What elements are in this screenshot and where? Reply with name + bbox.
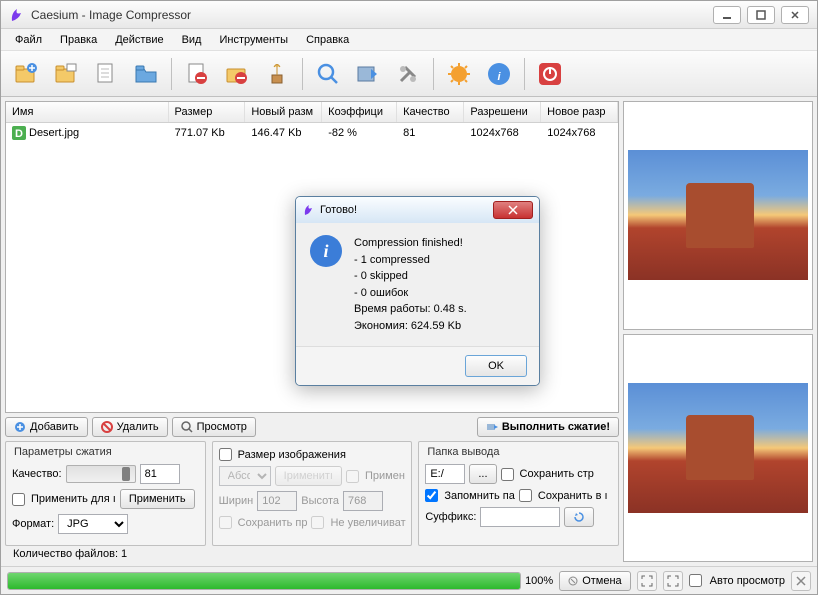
col-name[interactable]: Имя <box>6 102 169 122</box>
zoom-actual-icon[interactable] <box>663 571 683 591</box>
remove-button[interactable]: Удалить <box>92 417 168 437</box>
statusbar: 100% Отмена Авто просмотр <box>1 566 817 594</box>
suffix-input[interactable] <box>480 507 560 527</box>
quality-slider[interactable] <box>66 465 136 483</box>
add-button[interactable]: Добавить <box>5 417 88 437</box>
remove-file-icon[interactable] <box>180 57 214 91</box>
format-select[interactable]: JPG <box>58 514 128 534</box>
open-file-icon[interactable] <box>89 57 123 91</box>
info-icon: i <box>310 235 342 267</box>
files-count: Количество файлов: 1 <box>5 546 619 562</box>
menu-view[interactable]: Вид <box>174 32 210 48</box>
minimize-button[interactable] <box>713 6 741 24</box>
keep-struct-checkbox[interactable] <box>501 468 514 481</box>
clear-icon[interactable] <box>260 57 294 91</box>
svg-text:D: D <box>15 128 23 140</box>
apply-button[interactable]: Применить <box>120 489 195 509</box>
menu-action[interactable]: Действие <box>107 32 171 48</box>
toolbar: i <box>1 51 817 97</box>
power-icon[interactable] <box>533 57 567 91</box>
keep-ratio-checkbox <box>219 516 232 529</box>
remove-folder-icon[interactable] <box>220 57 254 91</box>
remember-checkbox[interactable] <box>425 489 438 502</box>
table-row[interactable]: DDesert.jpg 771.07 Kb 146.47 Kb -82 % 81… <box>6 123 618 143</box>
col-newsize[interactable]: Новый разм <box>245 102 322 122</box>
search-icon[interactable] <box>311 57 345 91</box>
col-ratio[interactable]: Коэффици <box>322 102 397 122</box>
preview-compressed <box>623 334 813 563</box>
apply-for-checkbox[interactable] <box>12 493 25 506</box>
compress-panel: Параметры сжатия Качество: Применить для… <box>5 441 206 546</box>
preview-button[interactable]: Просмотр <box>172 417 256 437</box>
window-title: Caesium - Image Compressor <box>31 8 713 22</box>
col-newres[interactable]: Новое разр <box>541 102 618 122</box>
add-file-icon[interactable] <box>9 57 43 91</box>
suffix-reset-button[interactable] <box>564 507 594 527</box>
resize-checkbox[interactable] <box>219 448 232 461</box>
height-input <box>343 491 383 511</box>
resize-mode-select: Абсолı <box>219 466 271 486</box>
resize-panel: Размер изображения Абсолı Iрименитı Прим… <box>212 441 413 546</box>
progress-bar <box>7 572 521 590</box>
file-icon: D <box>12 126 26 140</box>
width-input <box>257 491 297 511</box>
menu-tools[interactable]: Инструменты <box>211 32 296 48</box>
dialog-ok-button[interactable]: OK <box>465 355 527 377</box>
output-panel: Папка вывода ... Сохранить стр Запомнить… <box>418 441 619 546</box>
compress-icon[interactable] <box>351 57 385 91</box>
maximize-button[interactable] <box>747 6 775 24</box>
col-res[interactable]: Разрешени <box>464 102 541 122</box>
open-folder-icon[interactable] <box>129 57 163 91</box>
dialog-app-icon <box>302 203 316 217</box>
cancel-button[interactable]: Отмена <box>559 571 630 591</box>
col-size[interactable]: Размер <box>169 102 246 122</box>
dialog-title: Готово! <box>320 204 493 216</box>
autopreview-checkbox[interactable] <box>689 574 702 587</box>
dialog-close-button[interactable] <box>493 201 533 219</box>
app-icon <box>9 7 25 23</box>
tools-icon[interactable] <box>391 57 425 91</box>
quality-input[interactable] <box>140 464 180 484</box>
browse-button[interactable]: ... <box>469 464 496 484</box>
menu-file[interactable]: Файл <box>7 32 50 48</box>
resize-apply-checkbox <box>346 470 359 483</box>
dialog-message: Compression finished! - 1 compressed - 0… <box>354 235 467 334</box>
keep-in-checkbox[interactable] <box>519 489 532 502</box>
clear-preview-icon[interactable] <box>791 571 811 591</box>
menu-help[interactable]: Справка <box>298 32 357 48</box>
titlebar: Caesium - Image Compressor <box>1 1 817 29</box>
compress-button[interactable]: Выполнить сжатие! <box>477 417 619 437</box>
resize-apply-button: Iрименитı <box>275 466 342 486</box>
zoom-fit-icon[interactable] <box>637 571 657 591</box>
output-path-input[interactable] <box>425 464 465 484</box>
finished-dialog: Готово! i Compression finished! - 1 comp… <box>295 196 540 386</box>
menubar: Файл Правка Действие Вид Инструменты Спр… <box>1 29 817 51</box>
menu-edit[interactable]: Правка <box>52 32 105 48</box>
no-enlarge-checkbox <box>311 516 324 529</box>
settings-icon[interactable] <box>442 57 476 91</box>
preview-original <box>623 101 813 330</box>
col-quality[interactable]: Качество <box>397 102 464 122</box>
progress-pct: 100% <box>525 575 553 587</box>
close-button[interactable] <box>781 6 809 24</box>
info-icon[interactable]: i <box>482 57 516 91</box>
add-folder-icon[interactable] <box>49 57 83 91</box>
